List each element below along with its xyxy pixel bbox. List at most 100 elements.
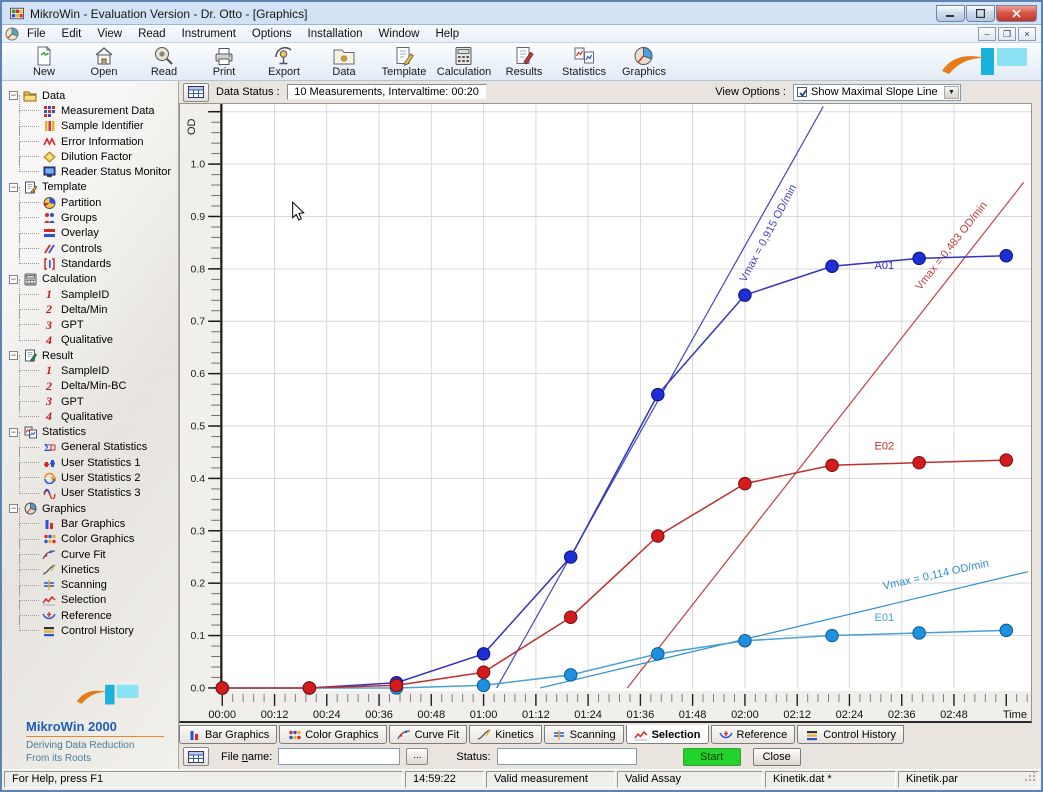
tree-item-control-history[interactable]: Control History	[2, 623, 178, 638]
menu-installation[interactable]: Installation	[300, 27, 371, 41]
data-point-E02[interactable]	[477, 666, 489, 678]
grid-view-button-bottom[interactable]	[183, 747, 209, 766]
collapse-icon[interactable]: −	[9, 428, 18, 437]
data-point-E01[interactable]	[913, 627, 925, 639]
data-point-E01[interactable]	[826, 629, 838, 641]
mdi-restore-button[interactable]: ❐	[998, 27, 1016, 41]
new-toolbar-button[interactable]: New	[14, 44, 74, 78]
collapse-icon[interactable]: −	[9, 275, 18, 284]
document-icon	[5, 27, 19, 40]
minimize-button[interactable]	[936, 5, 965, 22]
print-toolbar-button[interactable]: Print	[194, 44, 254, 78]
menu-file[interactable]: File	[19, 27, 54, 41]
collapse-icon[interactable]: −	[9, 351, 18, 360]
data-point-E01[interactable]	[564, 669, 576, 681]
data-point-E02[interactable]	[739, 477, 751, 489]
menu-edit[interactable]: Edit	[54, 27, 90, 41]
tab-kinetics[interactable]: Kinetics	[469, 725, 542, 744]
browse-button[interactable]: ...	[406, 748, 428, 765]
data-point-E01[interactable]	[739, 635, 751, 647]
data-point-E01[interactable]	[1000, 624, 1012, 636]
open-file-icon	[92, 46, 116, 66]
mdi-minimize-button[interactable]: –	[978, 27, 996, 41]
statistics-sheets-icon	[572, 46, 596, 66]
tab-selection[interactable]: Selection	[626, 725, 709, 744]
menu-window[interactable]: Window	[371, 27, 428, 41]
tab-curve-fit[interactable]: Curve Fit	[389, 725, 468, 744]
tree-item-reader-status-monitor[interactable]: Reader Status Monitor	[2, 164, 178, 179]
data-point-A01[interactable]	[564, 551, 576, 563]
bar-graphics-icon	[187, 728, 201, 741]
data-point-E02[interactable]	[652, 530, 664, 542]
data-point-E01[interactable]	[477, 679, 489, 691]
close-view-button[interactable]: Close	[753, 748, 801, 766]
tree-item-standards[interactable]: Standards	[2, 256, 178, 271]
mdi-close-button[interactable]: ×	[1018, 27, 1036, 41]
open-toolbar-button[interactable]: Open	[74, 44, 134, 78]
tab-bar-graphics[interactable]: Bar Graphics	[179, 725, 277, 744]
data-toolbar-button[interactable]: Data	[314, 44, 374, 78]
data-point-A01[interactable]	[913, 252, 925, 264]
data-point-A01[interactable]	[477, 648, 489, 660]
collapse-icon[interactable]: −	[9, 91, 18, 100]
template-toolbar-button[interactable]: Template	[374, 44, 434, 78]
data-point-E02[interactable]	[390, 679, 402, 691]
data-point-E02[interactable]	[826, 459, 838, 471]
tab-control-history[interactable]: Control History	[797, 725, 904, 744]
svg-text:0.6: 0.6	[190, 368, 205, 380]
scanning-icon	[42, 579, 56, 592]
tab-color-graphics[interactable]: Color Graphics	[279, 725, 386, 744]
svg-text:01:36: 01:36	[627, 709, 655, 721]
data-point-E02[interactable]	[1000, 454, 1012, 466]
data-point-A01[interactable]	[1000, 250, 1012, 262]
view-options-dropdown[interactable]: Show Maximal Slope Line ▼	[793, 84, 961, 101]
status-label: Status:	[456, 751, 490, 763]
data-point-A01[interactable]	[826, 260, 838, 272]
data-point-E02[interactable]	[216, 682, 228, 694]
collapse-icon[interactable]: −	[9, 504, 18, 513]
status-input[interactable]	[497, 748, 637, 765]
data-point-E02[interactable]	[303, 682, 315, 694]
numeral-4-icon: 4	[42, 410, 56, 423]
tree-item-qualitative[interactable]: 4Qualitative	[2, 409, 178, 424]
data-point-A01[interactable]	[739, 289, 751, 301]
chevron-down-icon[interactable]: ▼	[944, 86, 959, 99]
resize-grip[interactable]	[1025, 771, 1037, 786]
menu-options[interactable]: Options	[244, 27, 300, 41]
menu-view[interactable]: View	[89, 27, 130, 41]
export-toolbar-button[interactable]: Export	[254, 44, 314, 78]
data-point-E02[interactable]	[564, 611, 576, 623]
overlay-bars-icon	[42, 227, 56, 240]
tab-reference[interactable]: Reference	[711, 725, 796, 744]
title-bar[interactable]: MikroWin - Evaluation Version - Dr. Otto…	[2, 2, 1041, 24]
svg-text:00:12: 00:12	[261, 709, 289, 721]
statistics-toolbar-button[interactable]: Statistics	[554, 44, 614, 78]
numeral-1-icon: 1	[42, 364, 56, 377]
menu-help[interactable]: Help	[427, 27, 467, 41]
menu-read[interactable]: Read	[130, 27, 174, 41]
maximize-button[interactable]	[966, 5, 995, 22]
tab-scanning[interactable]: Scanning	[544, 725, 624, 744]
graphics-toolbar-button[interactable]: Graphics	[614, 44, 674, 78]
calculation-toolbar-button[interactable]: Calculation	[434, 44, 494, 78]
file-name-input[interactable]	[278, 748, 400, 765]
data-point-E02[interactable]	[913, 456, 925, 468]
menu-instrument[interactable]: Instrument	[174, 27, 244, 41]
svg-text:00:36: 00:36	[365, 709, 393, 721]
grid-view-button[interactable]	[183, 83, 209, 102]
view-options-label: View Options :	[715, 86, 786, 98]
calculator-icon	[452, 46, 476, 66]
close-button[interactable]	[996, 5, 1037, 22]
start-button[interactable]: Start	[683, 748, 741, 766]
show-maximal-slope-checkbox[interactable]	[797, 87, 807, 97]
data-point-E01[interactable]	[652, 648, 664, 660]
collapse-icon[interactable]: −	[9, 183, 18, 192]
numeral-2-icon: 2	[42, 380, 56, 393]
tree-item-qualitative[interactable]: 4Qualitative	[2, 333, 178, 348]
svg-text:00:48: 00:48	[417, 709, 445, 721]
results-toolbar-button[interactable]: Results	[494, 44, 554, 78]
data-point-A01[interactable]	[652, 388, 664, 400]
scanning-icon	[552, 728, 566, 741]
read-toolbar-button[interactable]: Read	[134, 44, 194, 78]
tree-item-user-statistics-3[interactable]: User Statistics 3	[2, 486, 178, 501]
